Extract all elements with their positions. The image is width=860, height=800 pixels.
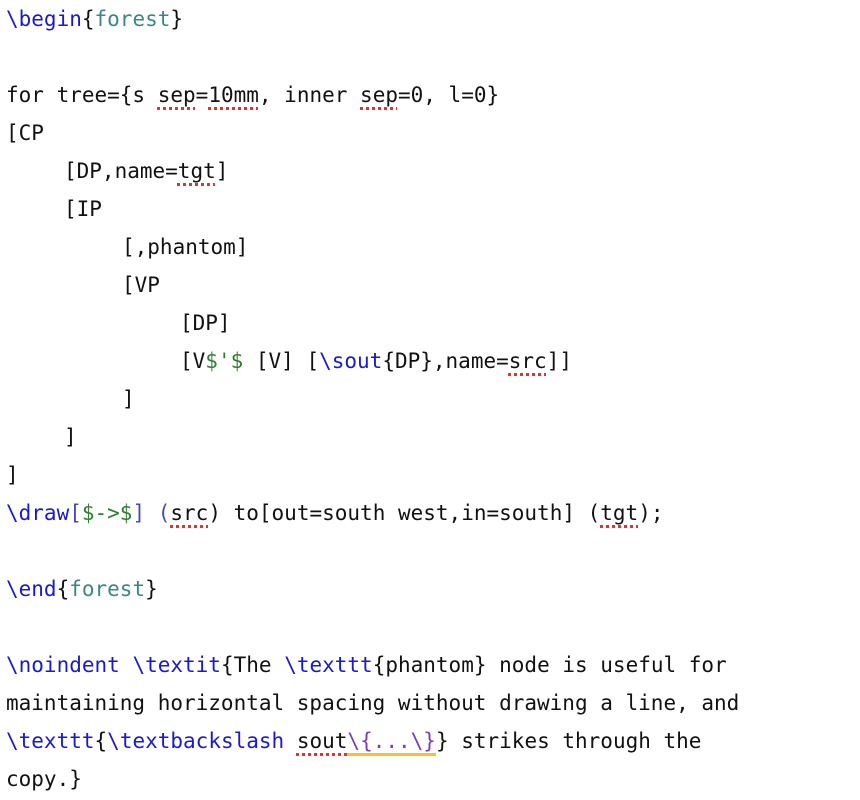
code-line-5: [DP,name=tgt] [64, 159, 229, 183]
spell-warning[interactable]: 10mm [208, 83, 259, 107]
texttt-command: \texttt [6, 729, 95, 753]
code-line-16: \end{forest} [6, 577, 158, 601]
textbackslash-command: \textbackslash [107, 729, 285, 753]
math-inline: $->$ [81, 501, 133, 525]
spell-warning[interactable]: sep [158, 83, 196, 107]
code-line-6: [IP [64, 197, 102, 221]
spell-warning[interactable]: src [509, 349, 547, 373]
end-command: \end [6, 577, 57, 601]
spell-warning[interactable]: tgt [178, 159, 216, 183]
code-line-14: \draw[$->$] (src) to[out=south west,in=s… [6, 501, 664, 525]
code-line-10: [V$'$ [V] [\sout{DP},name=src]] [180, 349, 572, 373]
code-line-4: [CP [6, 121, 44, 145]
environment-name: forest [94, 7, 171, 31]
code-editor[interactable]: \begin{forest} for tree={s sep=10mm, inn… [6, 0, 856, 798]
noindent-command: \noindent [6, 653, 120, 677]
code-line-11: ] [122, 387, 135, 411]
spell-warning[interactable]: sep [360, 83, 398, 107]
sout-command: \sout [319, 349, 383, 373]
code-line-19: maintaining horizontal spacing without d… [6, 691, 740, 715]
code-line-21: copy.} [6, 767, 82, 791]
code-line-20: \texttt{\textbackslash sout\{...\}} stri… [6, 722, 856, 760]
code-line-3: for tree={s sep=10mm, inner sep=0, l=0} [6, 83, 500, 107]
draw-command: \draw [6, 501, 70, 525]
code-line-12: ] [64, 425, 77, 449]
textit-command: \textit [132, 653, 221, 677]
spell-warning[interactable]: sout [297, 729, 348, 753]
begin-command: \begin [6, 7, 82, 31]
spell-warning[interactable]: src [170, 501, 208, 525]
code-line-18: \noindent \textit{The \texttt{phantom} n… [6, 653, 727, 677]
code-line-1: \begin{forest} [6, 7, 184, 31]
math-inline: $'$ [205, 349, 244, 373]
texttt-command: \texttt [284, 653, 373, 677]
code-line-13: ] [6, 463, 19, 487]
code-line-9: [DP] [180, 311, 231, 335]
environment-name: forest [69, 577, 146, 601]
highlight-warning[interactable]: \{...\} [347, 729, 436, 756]
code-line-7: [,phantom] [122, 235, 249, 259]
spell-warning[interactable]: tgt [600, 501, 638, 525]
code-line-8: [VP [122, 273, 160, 297]
